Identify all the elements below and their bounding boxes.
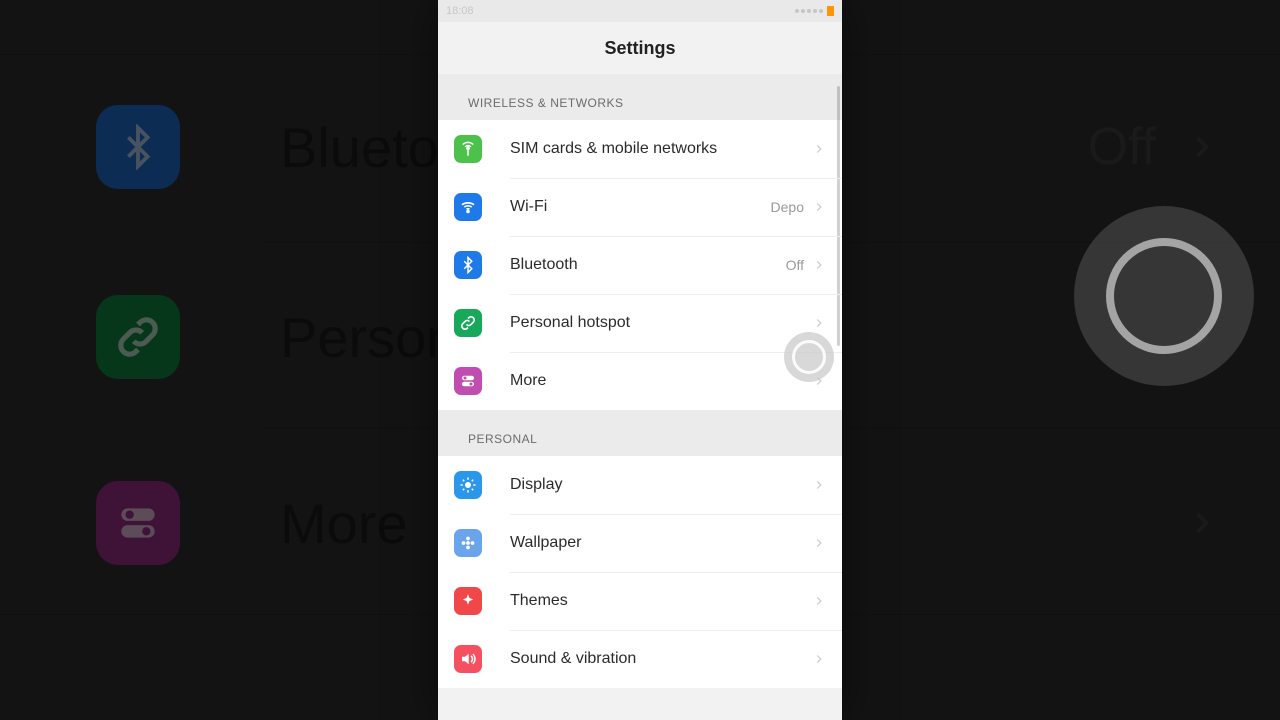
status-time: 18:08: [446, 5, 474, 17]
title-bar: Settings: [438, 22, 842, 75]
row-display[interactable]: Display: [438, 456, 842, 514]
chevron-right-icon: [812, 478, 826, 492]
settings-scroll[interactable]: WIRELESS & NETWORKS SIM cards & mobile n…: [438, 74, 842, 720]
row-sim[interactable]: SIM cards & mobile networks: [438, 120, 842, 178]
row-bluetooth[interactable]: BluetoothOff: [438, 236, 842, 294]
row-wifi[interactable]: Wi-FiDepo: [438, 178, 842, 236]
row-label: SIM cards & mobile networks: [510, 140, 812, 158]
assistive-touch-bg: [1074, 206, 1254, 386]
section-header-personal: PERSONAL: [438, 410, 842, 456]
chevron-right-icon: [812, 594, 826, 608]
speaker-icon: [454, 645, 482, 673]
phone-panel: 18:08 Settings WIRELESS & NETWORKS SIM c…: [438, 0, 842, 720]
assistive-touch-button[interactable]: [784, 332, 834, 382]
flower-icon: [454, 529, 482, 557]
status-bar: 18:08: [438, 0, 842, 22]
sparkle-icon: [454, 587, 482, 615]
antenna-icon: [454, 135, 482, 163]
row-label: Display: [510, 476, 812, 494]
signal-icon: [795, 9, 823, 13]
row-label: Wi-Fi: [510, 198, 771, 216]
chevron-right-icon: [812, 258, 826, 272]
row-sound[interactable]: Sound & vibration: [438, 630, 842, 688]
row-wallpaper[interactable]: Wallpaper: [438, 514, 842, 572]
sun-icon: [454, 471, 482, 499]
chevron-right-icon: [812, 652, 826, 666]
row-label: Wallpaper: [510, 534, 812, 552]
row-label: Personal hotspot: [510, 314, 812, 332]
row-hotspot[interactable]: Personal hotspot: [438, 294, 842, 352]
row-label: Bluetooth: [510, 256, 786, 274]
row-more[interactable]: More: [438, 352, 842, 410]
chevron-right-icon: [812, 200, 826, 214]
battery-icon: [827, 6, 834, 16]
chevron-right-icon: [812, 536, 826, 550]
page-title: Settings: [604, 38, 675, 59]
row-value: Off: [786, 257, 804, 273]
row-label: Sound & vibration: [510, 650, 812, 668]
chevron-right-icon: [812, 142, 826, 156]
bluetooth-icon: [454, 251, 482, 279]
row-label: Themes: [510, 592, 812, 610]
toggles-icon: [454, 367, 482, 395]
row-themes[interactable]: Themes: [438, 572, 842, 630]
row-label: More: [510, 372, 812, 390]
wifi-icon: [454, 193, 482, 221]
row-value: Depo: [771, 199, 804, 215]
link-icon: [454, 309, 482, 337]
chevron-right-icon: [812, 316, 826, 330]
section-header-wireless: WIRELESS & NETWORKS: [438, 74, 842, 120]
